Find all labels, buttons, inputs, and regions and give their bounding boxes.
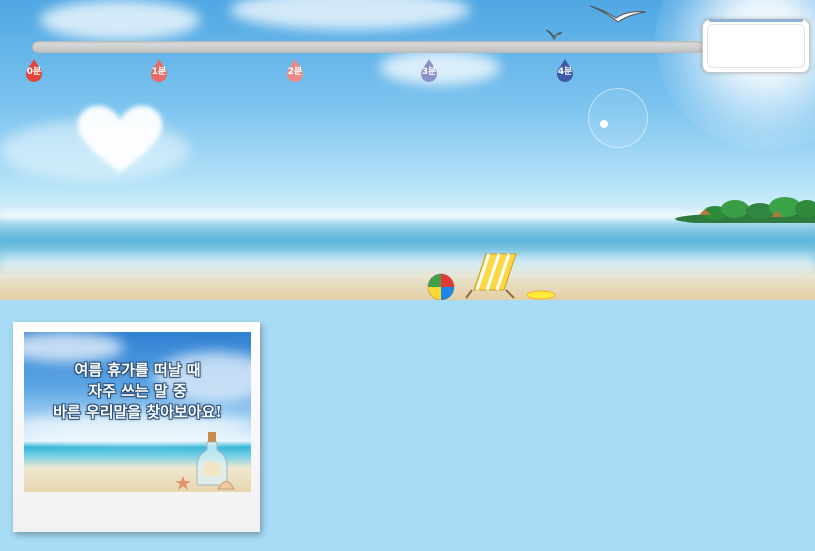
- timeline-progress-track: [32, 41, 704, 53]
- timer-box-cap: [709, 19, 803, 22]
- timeline-marker-label: 3분: [421, 67, 437, 77]
- card-title-line: 바른 우리말을 찾아보아요!: [53, 403, 222, 421]
- cloud: [24, 332, 124, 362]
- heart-cloud-icon: [77, 105, 163, 172]
- card-title-line: 자주 쓰는 말 중: [88, 382, 187, 400]
- timeline-marker-label: 0분: [26, 67, 42, 77]
- timer-display-box: [702, 19, 810, 73]
- beach-chair-icon: [465, 253, 517, 299]
- lens-flare: [588, 88, 648, 148]
- timeline-marker-3min: 3분: [419, 58, 439, 82]
- timer-display-value: [707, 24, 805, 68]
- intro-photo-card[interactable]: 여름 휴가를 떠날 때 자주 쓰는 말 중 바른 우리말을 찾아보아요!: [13, 322, 260, 532]
- timeline-marker-0min: 0분: [24, 58, 44, 82]
- timeline-marker-label: 2분: [287, 67, 303, 77]
- surf-foam: [0, 255, 815, 273]
- timeline-marker-2min: 2분: [285, 58, 305, 82]
- card-title-line: 여름 휴가를 떠날 때: [74, 361, 201, 379]
- seagull-icon: [545, 29, 563, 40]
- beach-ball-icon: [427, 273, 455, 300]
- cloud: [40, 0, 200, 40]
- timeline-marker-label: 1분: [151, 67, 167, 77]
- starfish-icon: [175, 476, 191, 490]
- card-photo: 여름 휴가를 떠날 때 자주 쓰는 말 중 바른 우리말을 찾아보아요!: [24, 332, 251, 492]
- timeline-marker-4min: 4분: [555, 58, 575, 82]
- cloud: [230, 0, 470, 30]
- cloud: [380, 50, 500, 85]
- card-title: 여름 휴가를 떠날 때 자주 쓰는 말 중 바른 우리말을 찾아보아요!: [24, 360, 251, 423]
- timeline-marker-1min: 1분: [149, 58, 169, 82]
- timeline-marker-label: 4분: [557, 67, 573, 77]
- beach-scene-banner: 0분 1분 2분 3분 4분: [0, 0, 815, 300]
- frisbee-icon: [526, 290, 556, 300]
- tropical-island-icon: [675, 197, 815, 223]
- seagull-icon: [589, 5, 647, 23]
- seashell-icon: [217, 481, 235, 490]
- lens-flare: [600, 120, 608, 128]
